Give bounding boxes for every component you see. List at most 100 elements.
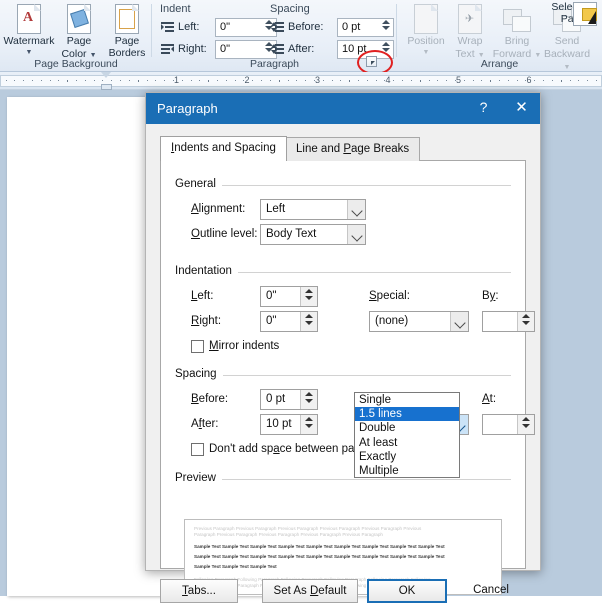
alignment-value: Left — [266, 203, 286, 215]
ruler-dot — [226, 80, 227, 81]
indentation-right-label: Right: — [191, 315, 222, 327]
ruler-dot — [384, 80, 385, 81]
dropdown-option[interactable]: Single — [355, 393, 459, 407]
selection-pane-button[interactable]: Selection Pane — [545, 1, 601, 26]
ruler-dot — [367, 80, 368, 81]
ruler-dot — [314, 80, 315, 81]
ruler-dot — [76, 80, 77, 81]
dropdown-option[interactable]: 1.5 lines — [355, 407, 459, 422]
spacing-before-stepper[interactable] — [380, 20, 391, 35]
watermark-icon: A — [17, 4, 41, 34]
dropdown-option[interactable]: At least — [355, 436, 459, 450]
ribbon-spacing-before-input[interactable]: 0 pt — [337, 18, 394, 37]
spacing-before-icon — [271, 21, 284, 34]
ruler-dot — [481, 80, 482, 81]
wrap-text-button[interactable]: ✈ Wrap Text ▼ — [443, 2, 497, 60]
by-stepper[interactable] — [517, 312, 534, 331]
ruler-tick — [67, 80, 68, 82]
spacing-after-icon — [271, 43, 284, 56]
wrap-text-label-1: Wrap — [457, 35, 483, 47]
watermark-chevron-down-icon[interactable]: ▼ — [2, 49, 56, 56]
bring-forward-button[interactable]: Bring Forward ▼ — [490, 2, 544, 60]
tab-line-and-page-breaks[interactable]: Line and Page Breaks — [285, 137, 421, 161]
dont-add-space-checkbox[interactable] — [191, 443, 204, 456]
by-input[interactable] — [482, 311, 535, 332]
ruler-dot — [94, 80, 95, 81]
special-chevron-down-icon[interactable] — [450, 312, 468, 331]
alignment-select[interactable]: Left — [260, 199, 366, 220]
indentation-left-stepper[interactable] — [300, 287, 317, 306]
indentation-left-input[interactable]: 0" — [260, 286, 318, 307]
spacing-after-label: After: — [191, 418, 219, 430]
page-borders-button[interactable]: Page Borders — [100, 2, 154, 59]
at-input[interactable] — [482, 414, 535, 435]
tab-indents-and-spacing-label: ndents and Spacing — [174, 142, 276, 154]
ribbon-toolbar: A Watermark ▼ Page Color ▼ Page Borders … — [0, 0, 602, 75]
section-preview: Preview — [175, 472, 511, 493]
spacing-before-label: Before: — [191, 393, 229, 405]
ribbon-group-arrange: Position ▼ ✈ Wrap Text ▼ Bring Forward ▼… — [397, 0, 602, 71]
close-glyph: ✕ — [515, 99, 528, 116]
alignment-label: Alignment: — [191, 203, 246, 215]
ruler-dot — [235, 80, 236, 81]
dropdown-option[interactable]: Double — [355, 421, 459, 435]
ruler-dot — [570, 80, 571, 81]
ruler-dot — [402, 80, 403, 81]
spacing-before-stepper[interactable] — [300, 390, 317, 409]
ruler-dot — [147, 80, 148, 81]
ruler-dot — [323, 80, 324, 81]
spacing-before-input[interactable]: 0 pt — [260, 389, 318, 410]
by-label: By: — [482, 290, 499, 302]
ribbon-indent-right-input[interactable]: 0" — [215, 40, 277, 59]
ruler-dot — [473, 80, 474, 81]
ruler-dot — [296, 80, 297, 81]
ruler-tick — [349, 80, 350, 82]
page-color-button[interactable]: Page Color ▼ — [52, 2, 106, 60]
preview-previous-2: Paragraph Previous Paragraph Previous Pa… — [194, 532, 383, 537]
at-stepper[interactable] — [517, 415, 534, 434]
set-as-default-button[interactable]: Set As Default — [262, 579, 358, 603]
ruler-dot — [164, 80, 165, 81]
watermark-button[interactable]: A Watermark ▼ — [2, 2, 56, 56]
dialog-titlebar[interactable]: Paragraph ? ✕ — [146, 93, 540, 124]
indent-header: Indent — [160, 3, 191, 15]
ruler-dot — [578, 80, 579, 81]
dropdown-option[interactable]: Multiple — [355, 464, 459, 478]
ruler-dot — [552, 80, 553, 81]
dialog-body: Indents and Spacing Line and Page Breaks… — [146, 124, 540, 603]
watermark-label: Watermark — [3, 35, 55, 47]
ruler-dot — [23, 80, 24, 81]
ribbon-indent-left-label: Left: — [178, 21, 200, 33]
group-label-page-background: Page Background — [34, 58, 118, 70]
ruler-dot — [32, 80, 33, 81]
alignment-chevron-down-icon[interactable] — [347, 200, 365, 219]
special-select[interactable]: (none) — [369, 311, 469, 332]
spacing-after-input[interactable]: 10 pt — [260, 414, 318, 435]
mirror-indents-checkbox[interactable] — [191, 340, 204, 353]
spacing-header: Spacing — [270, 3, 310, 15]
outline-level-chevron-down-icon[interactable] — [347, 225, 365, 244]
tab-indents-and-spacing[interactable]: Indents and Spacing — [160, 136, 287, 161]
line-spacing-dropdown-list[interactable]: Single 1.5 lines Double At least Exactly Mult… — [354, 392, 460, 478]
page-color-icon — [67, 4, 91, 34]
indent-marker[interactable] — [101, 72, 112, 90]
group-label-arrange: Arrange — [480, 58, 519, 70]
tabs-button[interactable]: Tabs... — [160, 579, 238, 603]
ruler-dot — [270, 80, 271, 81]
indentation-right-stepper[interactable] — [300, 312, 317, 331]
ruler-number: 3 — [314, 75, 321, 85]
ok-button[interactable]: OK — [367, 579, 447, 603]
at-label: At: — [482, 393, 497, 405]
help-glyph: ? — [479, 99, 488, 115]
ruler-dot — [243, 80, 244, 81]
indentation-right-input[interactable]: 0" — [260, 311, 318, 332]
outline-level-select[interactable]: Body Text — [260, 224, 366, 245]
dialog-tab-pane: General Alignment: Left Outline level: B… — [160, 160, 535, 595]
ribbon-indent-left-input[interactable]: 0" — [215, 18, 277, 37]
close-icon[interactable]: ✕ — [505, 93, 538, 124]
dropdown-option[interactable]: Exactly — [355, 450, 459, 464]
spacing-after-stepper[interactable] — [300, 415, 317, 434]
horizontal-ruler[interactable]: 1 2 3 4 5 6 — [0, 72, 602, 90]
help-icon[interactable]: ? — [467, 93, 500, 124]
cancel-button[interactable]: Cancel — [453, 579, 529, 603]
